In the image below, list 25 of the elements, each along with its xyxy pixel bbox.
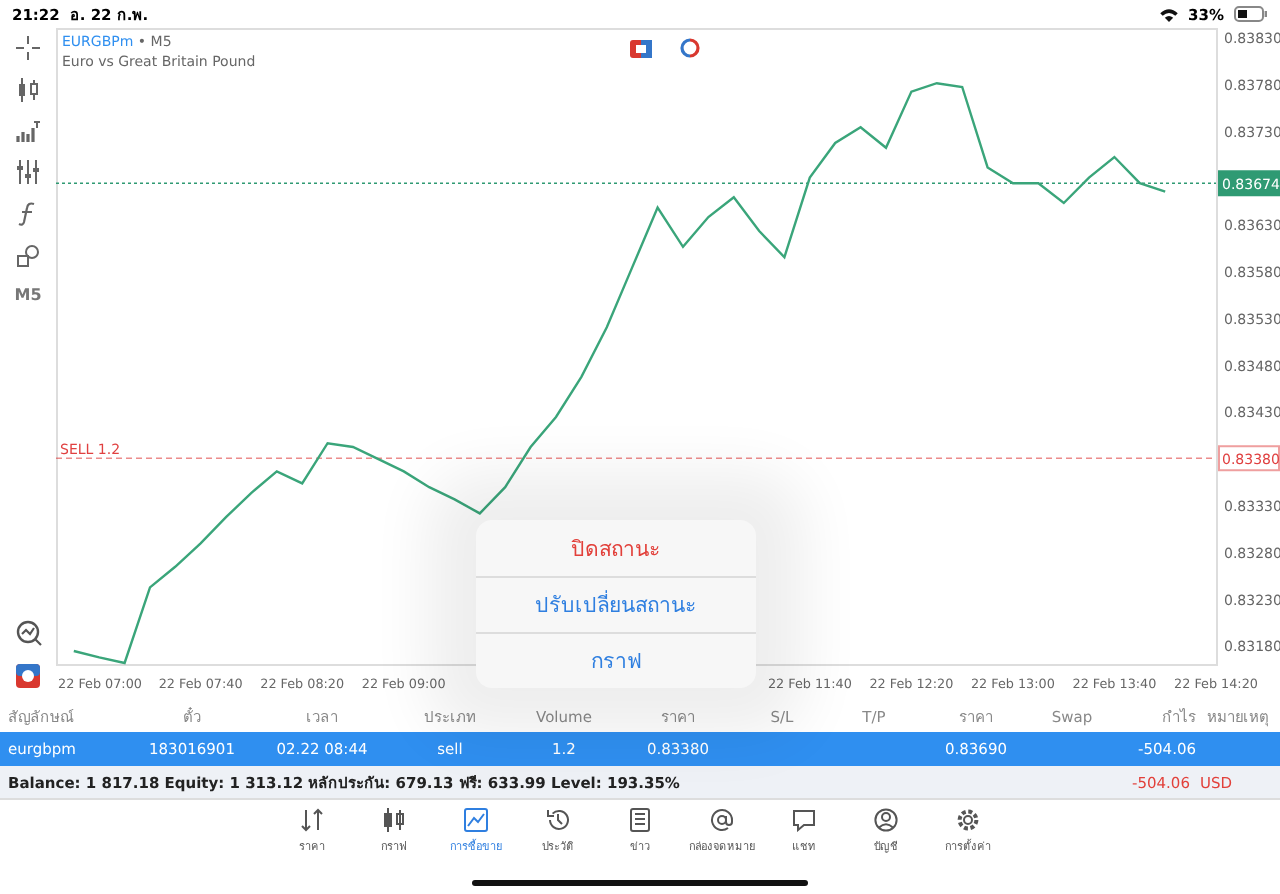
chart-icon [382,808,406,832]
menu-item[interactable]: ปรับเปลี่ยนสถานะ [476,576,756,632]
menu-item[interactable]: กราฟ [476,632,756,688]
reference-line-label [1218,170,1280,197]
account-icon [874,808,898,832]
timeframe-button[interactable]: M5 [14,286,42,304]
menu-item[interactable]: ปิดสถานะ [476,520,756,576]
history-icon [546,808,570,832]
settings-icon [956,808,980,832]
trade-icon [464,808,488,832]
refresh-icon[interactable] [680,38,700,58]
quotes-icon [300,808,324,832]
shapes-icon[interactable] [16,244,40,268]
candlestick-icon[interactable] [16,78,40,102]
battery-icon [1234,6,1268,22]
indicators-icon[interactable] [16,120,40,142]
app-logo-icon[interactable] [16,664,40,688]
sliders-icon[interactable] [16,160,40,184]
crosshair-icon[interactable] [16,36,40,60]
wifi-icon [1160,7,1179,21]
chart-search-icon[interactable] [15,620,41,646]
chat-icon [792,808,816,832]
mail-icon [710,808,734,832]
news-icon [628,808,652,832]
function-icon[interactable] [18,202,38,226]
